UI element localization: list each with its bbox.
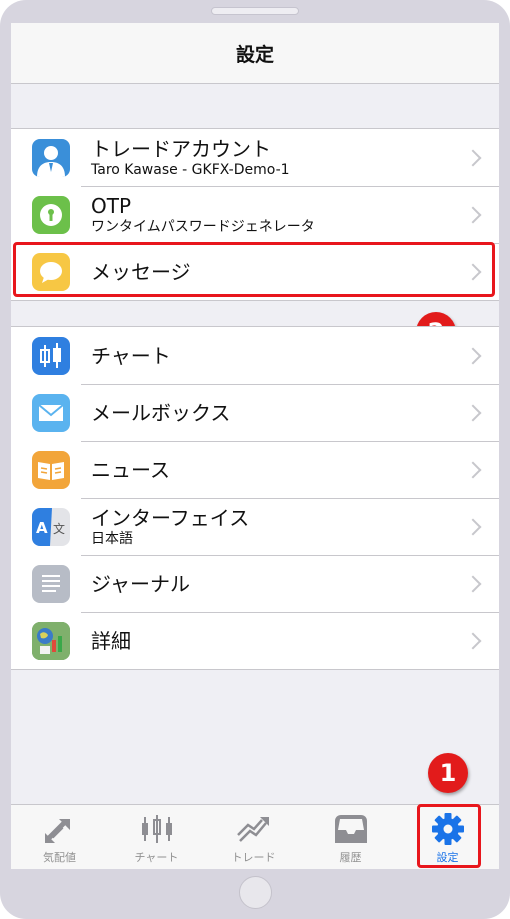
tab-chart[interactable]: チャート [108,805,205,869]
trade-account-name: Taro Kawase - GKFX-Demo-1 [91,161,290,178]
journal-label: ジャーナル [91,571,190,596]
trade-account-row[interactable]: トレードアカウント Taro Kawase - GKFX-Demo-1 [11,129,499,186]
chevron-right-icon [464,149,482,166]
navigation-bar: 設定 [11,23,499,84]
about-label: 詳細 [91,628,131,653]
interface-row[interactable]: A 文 インターフェイス 日本語 [11,498,499,555]
about-row[interactable]: 詳細 [11,612,499,669]
candlestick-icon [32,336,70,375]
news-label: ニュース [91,457,170,482]
otp-description: ワンタイムパスワードジェネレータ [91,218,315,235]
otp-label: OTP [91,193,132,218]
chevron-right-icon [464,518,482,535]
journal-row[interactable]: ジャーナル [11,555,499,612]
svg-text:A: A [36,519,48,537]
about-app-icon [32,621,70,660]
book-icon [32,450,70,489]
phone-speaker [211,7,299,15]
chart-candles-icon [141,815,172,843]
svg-text:文: 文 [53,521,65,536]
chevron-right-icon [464,575,482,592]
quotes-arrows-icon [44,819,70,843]
mailbox-row[interactable]: メールボックス [11,384,499,441]
interface-language: 日本語 [91,530,133,547]
tab-trade[interactable]: トレード [205,805,302,869]
lock-icon [32,195,70,234]
otp-row[interactable]: OTP ワンタイムパスワードジェネレータ [11,186,499,243]
envelope-icon [32,393,70,432]
chart-label: チャート [91,343,171,368]
trade-account-label: トレードアカウント [91,136,271,161]
messages-highlight-box [13,242,495,297]
tab-history[interactable]: 履歴 [302,805,399,869]
home-button[interactable] [239,876,272,909]
tab-chart-label: チャート [134,851,179,864]
chevron-right-icon [464,206,482,223]
trade-arrow-icon [236,817,269,842]
tab-trade-label: トレード [231,851,276,864]
chevron-right-icon [464,347,482,364]
settings-tab-highlight-box [417,804,481,868]
page-title: 設定 [235,43,274,66]
app-settings-group: チャート メールボックス ニュース A 文 インターフェイス 日本語 ジャーナル… [11,326,499,670]
inbox-tray-icon [334,815,367,843]
mailbox-label: メールボックス [91,400,231,425]
chevron-right-icon [464,461,482,478]
step-1-badge: 1 [428,753,468,793]
chart-row[interactable]: チャート [11,327,499,384]
tab-history-label: 履歴 [339,851,362,864]
language-icon: A 文 [32,507,70,546]
chevron-right-icon [464,632,482,649]
news-row[interactable]: ニュース [11,441,499,498]
journal-icon [32,564,70,603]
settings-screen: 設定 トレードアカウント Taro Kawase - GKFX-Demo-1 O… [11,23,499,869]
tab-quotes[interactable]: 気配値 [11,805,108,869]
chevron-right-icon [464,404,482,421]
interface-label: インターフェイス [91,505,250,530]
phone-frame: 設定 トレードアカウント Taro Kawase - GKFX-Demo-1 O… [0,0,510,919]
user-icon [32,138,70,177]
tab-quotes-label: 気配値 [43,851,76,864]
